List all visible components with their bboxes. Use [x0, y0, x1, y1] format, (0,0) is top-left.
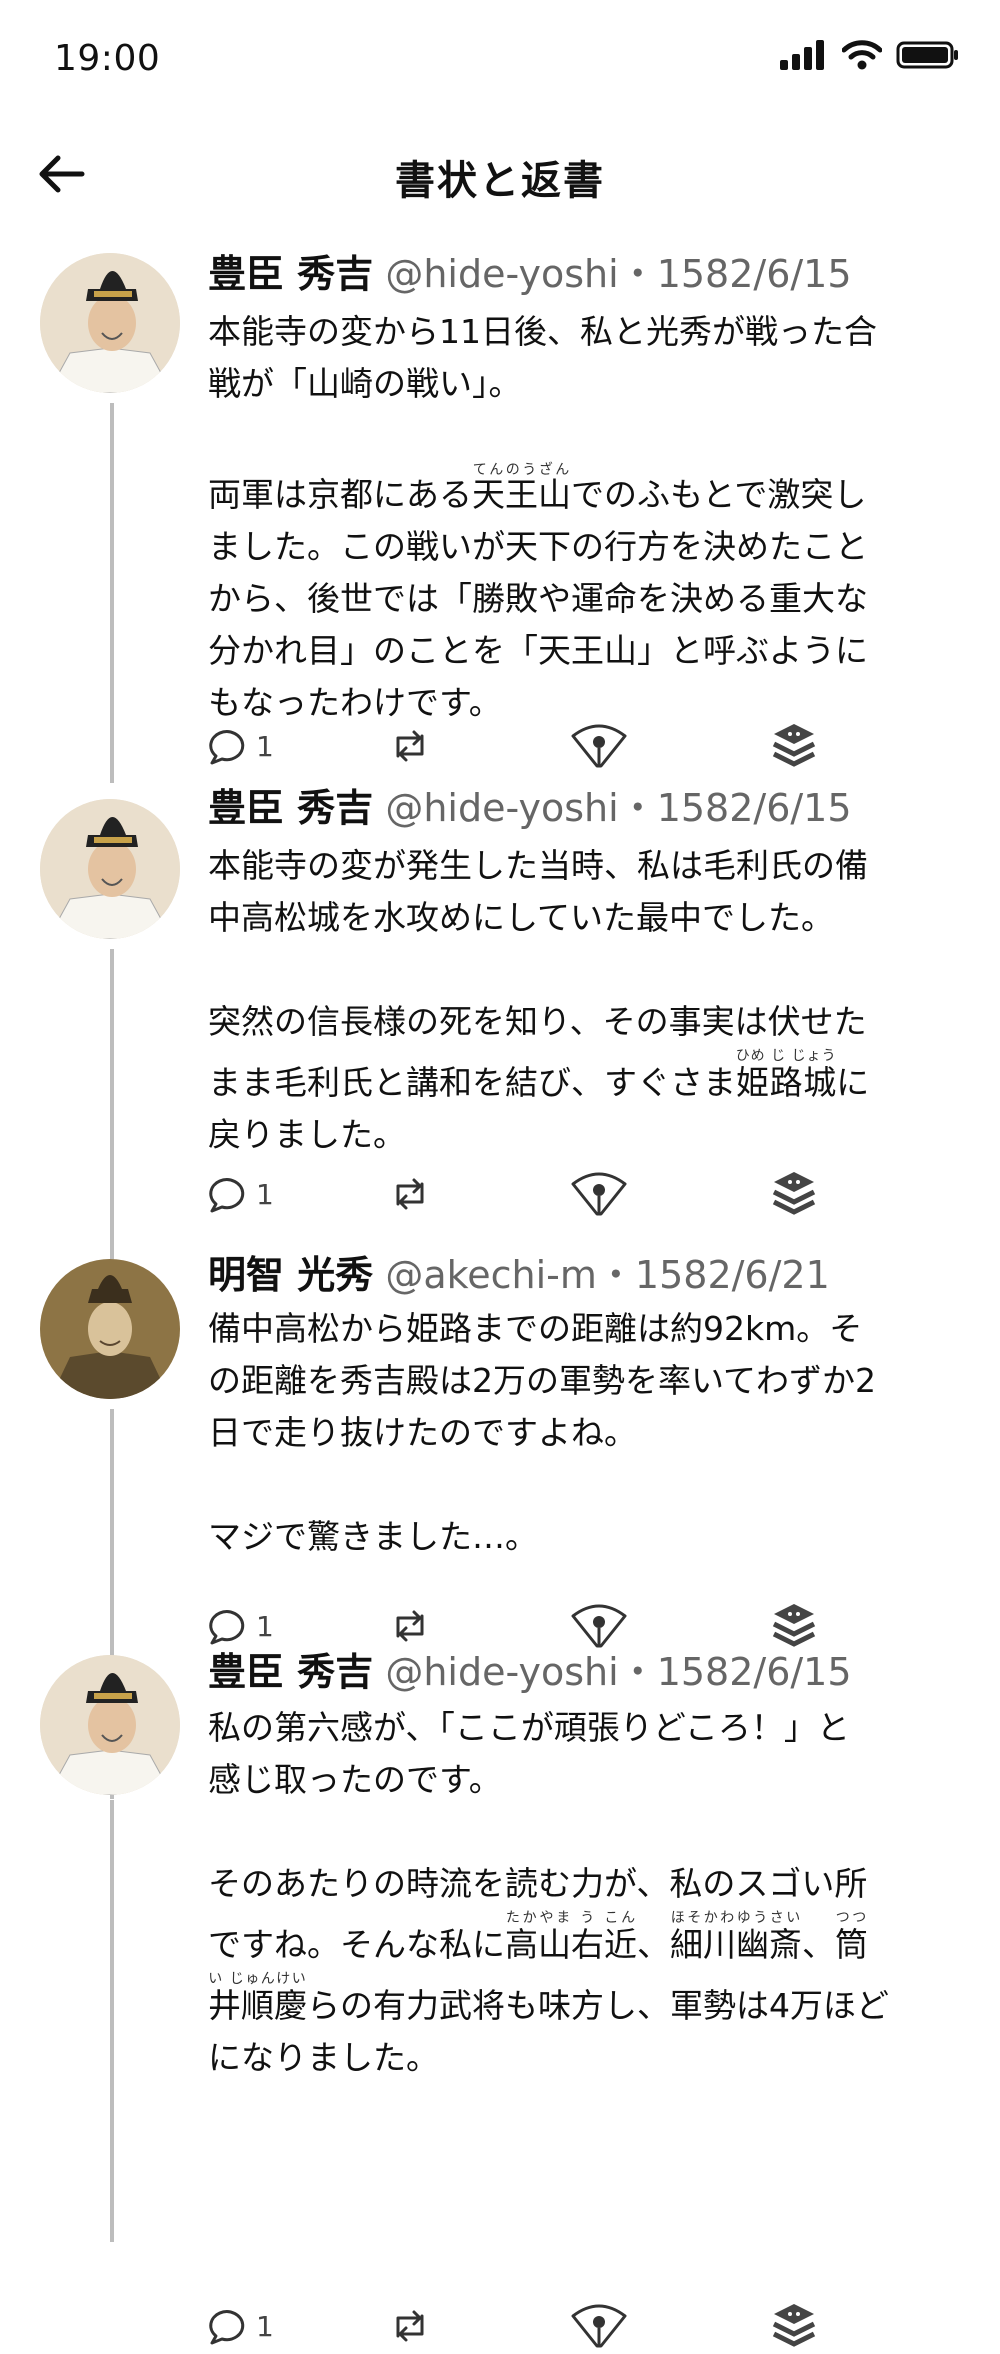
post-actions: 1	[208, 1166, 928, 1222]
signal-icon	[780, 40, 824, 70]
body-line: 感じ取ったのです。	[208, 1760, 502, 1799]
body-line: マジで驚きました…。	[208, 1517, 538, 1556]
body-line: 私の第六感が、「ここが頑張りどころ！」と	[208, 1708, 850, 1747]
body-line: 日で走り抜けたのですよね。	[208, 1413, 637, 1452]
page-title: 書状と返書	[395, 158, 605, 204]
post-actions: 1	[208, 2298, 928, 2354]
post-body: 本能寺の変が発生した当時、私は毛利氏の備 中高松城を水攻めにしていた最中でした。…	[208, 840, 968, 1161]
body-line: の距離を秀吉殿は2万の軍勢を率いてわずか2	[208, 1361, 877, 1400]
reply-count: 1	[256, 1177, 274, 1211]
thread-line	[110, 1800, 114, 2242]
stack-button[interactable]	[770, 1166, 818, 1222]
author-name[interactable]: 明智 光秀	[208, 1253, 373, 1297]
post-meta: 豊臣 秀吉 @hide-yoshi・1582/6/15	[208, 784, 852, 832]
avatar-akechi[interactable]	[40, 1259, 180, 1399]
body-line: 両軍は京都にある天王山てんのうざんでのふもとで激突し	[208, 462, 867, 514]
reply-count: 1	[256, 1609, 274, 1643]
thread-line	[110, 403, 114, 783]
fan-button[interactable]	[570, 1598, 628, 1654]
body-line: ですね。そんな私に高山右近たかやま う こん、細川幽斎ほそかわゆうさい、筒つつ	[208, 1910, 868, 1964]
post-actions: 1	[208, 1598, 928, 1654]
author-name[interactable]: 豊臣 秀吉	[208, 786, 373, 830]
body-line: そのあたりの時流を読む力が、私のスゴい所	[208, 1864, 868, 1903]
stack-icon	[772, 2304, 816, 2347]
author-name[interactable]: 豊臣 秀吉	[208, 1650, 373, 1694]
repost-button[interactable]	[388, 1598, 432, 1654]
fan-icon	[571, 724, 627, 768]
repost-icon	[396, 1610, 424, 1642]
author-handle: @hide-yoshi・1582/6/15	[385, 786, 852, 830]
author-handle: @akechi-m・1582/6/21	[385, 1253, 830, 1297]
body-line: 井順慶い じゅんけいらの有力武将も味方し、軍勢は4万ほど	[208, 1971, 889, 2025]
body-line: まま毛利氏と講和を結び、すぐさま姫路城ひめ じ じょうに	[208, 1048, 870, 1102]
post-body: 私の第六感が、「ここが頑張りどころ！」と 感じ取ったのです。 そのあたりの時流を…	[208, 1702, 968, 2084]
status-bar: 19:00	[0, 0, 1000, 120]
stack-button[interactable]	[770, 2298, 818, 2354]
reply-icon	[209, 730, 245, 765]
stack-icon	[772, 724, 816, 767]
fan-button[interactable]	[570, 2298, 628, 2354]
repost-icon	[396, 2310, 424, 2342]
avatar-hideyoshi[interactable]	[40, 253, 180, 393]
body-line: 本能寺の変が発生した当時、私は毛利氏の備	[208, 846, 868, 885]
repost-button[interactable]	[388, 2298, 432, 2354]
avatar-hideyoshi[interactable]	[40, 799, 180, 939]
fan-button[interactable]	[570, 718, 628, 774]
fan-icon	[571, 1604, 627, 1648]
fan-icon	[571, 1172, 627, 1216]
battery-icon	[896, 41, 958, 69]
post-meta: 豊臣 秀吉 @hide-yoshi・1582/6/15	[208, 250, 852, 298]
body-line: 戦が「山崎の戦い」。	[208, 364, 522, 403]
reply-button[interactable]: 1	[208, 718, 274, 774]
body-line: ました。この戦いが天下の行方を決めたこと	[208, 527, 868, 566]
body-line: 戻りました。	[208, 1115, 406, 1154]
repost-button[interactable]	[388, 718, 432, 774]
author-handle: @hide-yoshi・1582/6/15	[385, 1650, 852, 1694]
stack-icon	[772, 1604, 816, 1647]
post-actions: 1	[208, 718, 928, 774]
status-time: 19:00	[54, 38, 161, 79]
fan-button[interactable]	[570, 1166, 628, 1222]
thread-line	[110, 949, 114, 1279]
reply-button[interactable]: 1	[208, 1598, 274, 1654]
avatar-hideyoshi[interactable]	[40, 1655, 180, 1795]
reply-icon	[209, 1178, 245, 1213]
stack-button[interactable]	[770, 718, 818, 774]
reply-icon	[209, 1610, 245, 1645]
post-body: 備中高松から姫路までの距離は約92km。そ の距離を秀吉殿は2万の軍勢を率いてわ…	[208, 1303, 968, 1563]
author-handle: @hide-yoshi・1582/6/15	[385, 252, 852, 296]
reply-button[interactable]: 1	[208, 1166, 274, 1222]
body-line: から、後世では「勝敗や運命を決める重大な	[208, 579, 868, 618]
stack-button[interactable]	[770, 1598, 818, 1654]
fan-icon	[571, 2304, 627, 2348]
author-name[interactable]: 豊臣 秀吉	[208, 252, 373, 296]
repost-button[interactable]	[388, 1166, 432, 1222]
post-meta: 豊臣 秀吉 @hide-yoshi・1582/6/15	[208, 1648, 852, 1696]
body-line: 突然の信長様の死を知り、その事実は伏せた	[208, 1002, 867, 1041]
body-line: になりました。	[208, 2038, 439, 2077]
post-body: 本能寺の変から11日後、私と光秀が戦った合 戦が「山崎の戦い」。 両軍は京都にあ…	[208, 306, 968, 729]
stack-icon	[772, 1172, 816, 1215]
body-line: 分かれ目」のことを「天王山」と呼ぶように	[208, 631, 868, 670]
post-meta: 明智 光秀 @akechi-m・1582/6/21	[208, 1251, 830, 1299]
reply-count: 1	[256, 2309, 274, 2343]
body-line: 中高松城を水攻めにしていた最中でした。	[208, 898, 835, 937]
wifi-icon	[842, 40, 882, 70]
body-line: 備中高松から姫路までの距離は約92km。そ	[208, 1309, 863, 1348]
reply-count: 1	[256, 729, 274, 763]
repost-icon	[396, 1178, 424, 1210]
app-header: 書状と返書	[0, 120, 1000, 228]
body-line: 本能寺の変から11日後、私と光秀が戦った合	[208, 312, 877, 351]
repost-icon	[396, 730, 424, 762]
status-icons	[780, 40, 960, 70]
reply-button[interactable]: 1	[208, 2298, 274, 2354]
reply-icon	[209, 2310, 245, 2345]
